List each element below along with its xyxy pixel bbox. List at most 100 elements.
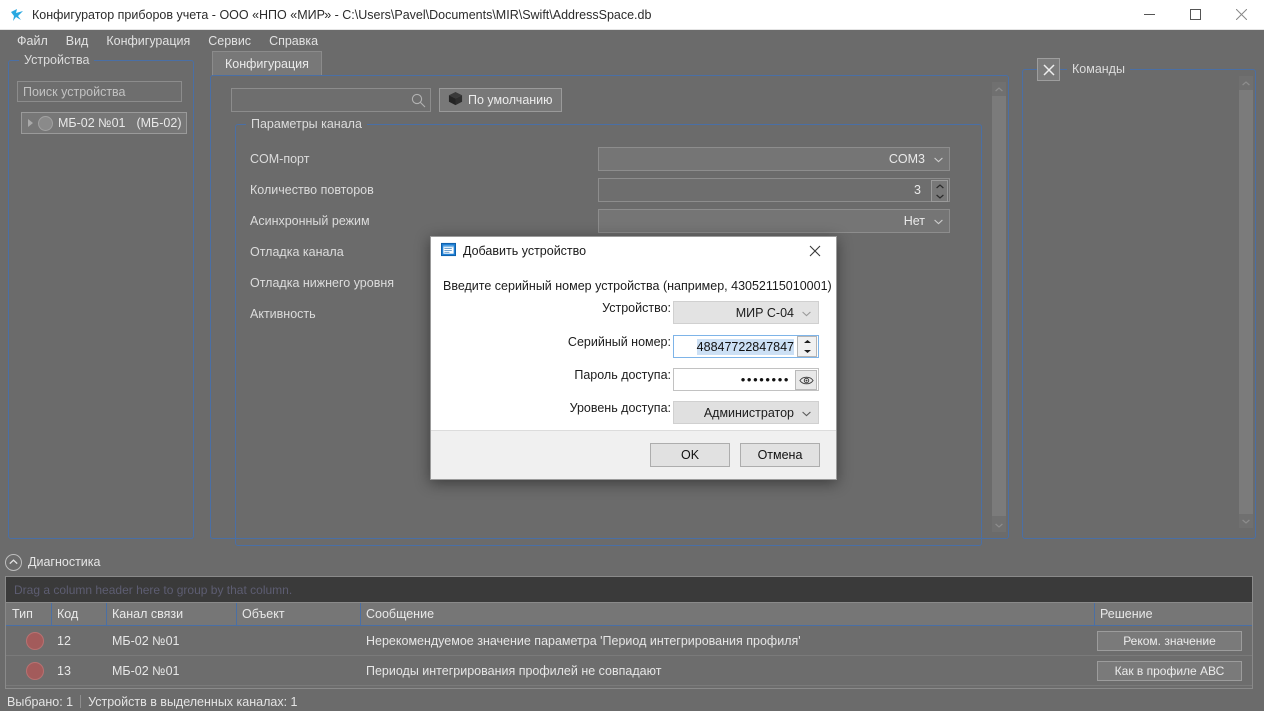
dialog-value-serial: 48847722847847 xyxy=(696,338,794,355)
dialog-prompt: Введите серийный номер устройства (напри… xyxy=(443,279,832,293)
config-scrollbar[interactable] xyxy=(992,82,1006,532)
param-label-activity: Активность xyxy=(250,307,316,321)
menu-item-service[interactable]: Сервис xyxy=(199,32,260,50)
commands-close-button[interactable] xyxy=(1037,58,1060,81)
dialog-input-password[interactable]: •••••••• xyxy=(673,368,819,391)
param-value-com-port: COM3 xyxy=(888,152,925,166)
dialog-title-bar: Добавить устройство xyxy=(431,237,836,265)
menu-item-view[interactable]: Вид xyxy=(57,32,98,50)
row-message-cell: Нерекомендуемое значение параметра 'Пери… xyxy=(366,633,801,648)
minimize-button[interactable] xyxy=(1126,0,1172,29)
error-circle-icon xyxy=(26,631,44,650)
commands-scrollbar[interactable] xyxy=(1239,76,1253,528)
dialog-label-access-level: Уровень доступа: xyxy=(569,401,671,415)
app-bird-icon xyxy=(9,7,25,23)
device-tree-item-label: МБ-02 №01 xyxy=(58,116,126,130)
row-channel-cell: МБ-02 №01 xyxy=(112,663,180,678)
diagnostics-title: Диагностика xyxy=(28,555,101,569)
column-header-type[interactable]: Тип xyxy=(6,603,51,625)
group-by-hint[interactable]: Drag a column header here to group by th… xyxy=(6,577,1252,602)
solution-button[interactable]: Реком. значение xyxy=(1097,630,1242,651)
row-code-cell: 13 xyxy=(57,663,71,678)
title-bar: Конфигуратор приборов учета - ООО «НПО «… xyxy=(0,0,1264,30)
application-window: Конфигуратор приборов учета - ООО «НПО «… xyxy=(0,0,1264,711)
add-device-dialog: Добавить устройство Введите серийный ном… xyxy=(430,236,837,480)
param-label-async: Асинхронный режим xyxy=(250,214,370,228)
devices-panel: Устройства Поиск устройства МБ-02 №01 (М… xyxy=(8,53,194,539)
parameter-search-input[interactable] xyxy=(231,88,431,112)
close-button[interactable] xyxy=(1218,0,1264,29)
spinner-up-icon[interactable] xyxy=(932,181,947,191)
column-header-code[interactable]: Код xyxy=(51,603,106,625)
param-row-retries: Количество повторов 3 xyxy=(236,178,981,209)
window-blue-icon xyxy=(441,242,456,260)
grid-header-row: Тип Код Канал связи Объект Сообщение Реш… xyxy=(6,602,1252,626)
serial-spinner-buttons[interactable] xyxy=(797,336,817,357)
eye-icon[interactable] xyxy=(795,370,817,390)
row-message-cell: Периоды интегрирования профилей не совпа… xyxy=(366,663,662,678)
row-code-cell: 12 xyxy=(57,633,71,648)
solution-button[interactable]: Как в профиле АВС xyxy=(1097,660,1242,681)
dialog-label-password: Пароль доступа: xyxy=(574,368,671,382)
param-row-com-port: COM-порт COM3 xyxy=(236,147,981,178)
dialog-label-device: Устройство: xyxy=(602,301,671,315)
dialog-input-serial[interactable]: 48847722847847 xyxy=(673,335,819,358)
table-row[interactable]: 13 МБ-02 №01 Периоды интегрирования проф… xyxy=(6,656,1252,686)
dialog-title: Добавить устройство xyxy=(463,244,587,258)
spinner-buttons[interactable] xyxy=(931,180,948,202)
row-solution-cell: Как в профиле АВС xyxy=(1094,660,1252,681)
scroll-down-icon[interactable] xyxy=(1239,514,1253,528)
scroll-down-icon[interactable] xyxy=(992,518,1006,532)
channel-params-legend: Параметры канала xyxy=(246,117,367,131)
spinner-up-icon[interactable] xyxy=(798,337,816,347)
chevron-down-icon xyxy=(802,406,811,420)
dialog-close-button[interactable] xyxy=(794,237,836,265)
column-header-solution[interactable]: Решение xyxy=(1094,603,1252,625)
ok-button[interactable]: OK xyxy=(650,443,730,467)
scroll-thumb[interactable] xyxy=(992,96,1006,516)
column-header-message[interactable]: Сообщение xyxy=(360,603,1094,625)
param-label-channel-debug: Отладка канала xyxy=(250,245,344,259)
menu-item-file[interactable]: Файл xyxy=(8,32,57,50)
spinner-down-icon[interactable] xyxy=(798,347,816,357)
row-type-cell xyxy=(6,661,51,680)
menu-item-help[interactable]: Справка xyxy=(260,32,327,50)
device-search-input[interactable]: Поиск устройства xyxy=(17,81,182,102)
table-row[interactable]: 12 МБ-02 №01 Нерекомендуемое значение па… xyxy=(6,626,1252,656)
default-button[interactable]: По умолчанию xyxy=(439,88,562,112)
expand-arrow-icon[interactable] xyxy=(28,119,33,127)
chevron-down-icon xyxy=(802,306,811,320)
row-solution-cell: Реком. значение xyxy=(1094,630,1252,651)
menu-bar: Файл Вид Конфигурация Сервис Справка xyxy=(0,30,1264,53)
param-spin-retries[interactable]: 3 xyxy=(598,178,950,202)
row-type-cell xyxy=(6,631,51,650)
device-status-icon xyxy=(38,115,53,131)
column-header-object[interactable]: Объект xyxy=(236,603,360,625)
error-circle-icon xyxy=(26,661,44,680)
device-tree-item[interactable]: МБ-02 №01 (МБ-02) xyxy=(21,112,187,134)
diagnostics-header: Диагностика xyxy=(0,551,1264,573)
param-label-lowlevel-debug: Отладка нижнего уровня xyxy=(250,276,395,290)
menu-item-config[interactable]: Конфигурация xyxy=(97,32,199,50)
cancel-button[interactable]: Отмена xyxy=(740,443,820,467)
column-header-channel[interactable]: Канал связи xyxy=(106,603,236,625)
scroll-up-icon[interactable] xyxy=(1239,76,1253,90)
collapse-icon[interactable] xyxy=(5,553,22,571)
maximize-button[interactable] xyxy=(1172,0,1218,29)
spinner-down-icon[interactable] xyxy=(932,191,947,201)
dialog-value-device: МИР С-04 xyxy=(735,305,794,320)
chevron-down-icon xyxy=(934,214,943,228)
dialog-footer: OK Отмена xyxy=(431,430,836,479)
param-combo-com-port[interactable]: COM3 xyxy=(598,147,950,171)
param-combo-async[interactable]: Нет xyxy=(598,209,950,233)
dialog-combo-access-level[interactable]: Администратор xyxy=(673,401,819,424)
dialog-combo-device[interactable]: МИР С-04 xyxy=(673,301,819,324)
diagnostics-grid: Drag a column header here to group by th… xyxy=(5,576,1253,689)
tab-strip: Конфигурация xyxy=(210,51,1007,76)
scroll-thumb[interactable] xyxy=(1239,90,1253,514)
param-value-async: Нет xyxy=(903,214,925,228)
scroll-up-icon[interactable] xyxy=(992,82,1006,96)
window-title: Конфигуратор приборов учета - ООО «НПО «… xyxy=(32,7,652,22)
tab-configuration[interactable]: Конфигурация xyxy=(212,51,322,76)
commands-panel-legend: Команды xyxy=(1067,62,1130,76)
